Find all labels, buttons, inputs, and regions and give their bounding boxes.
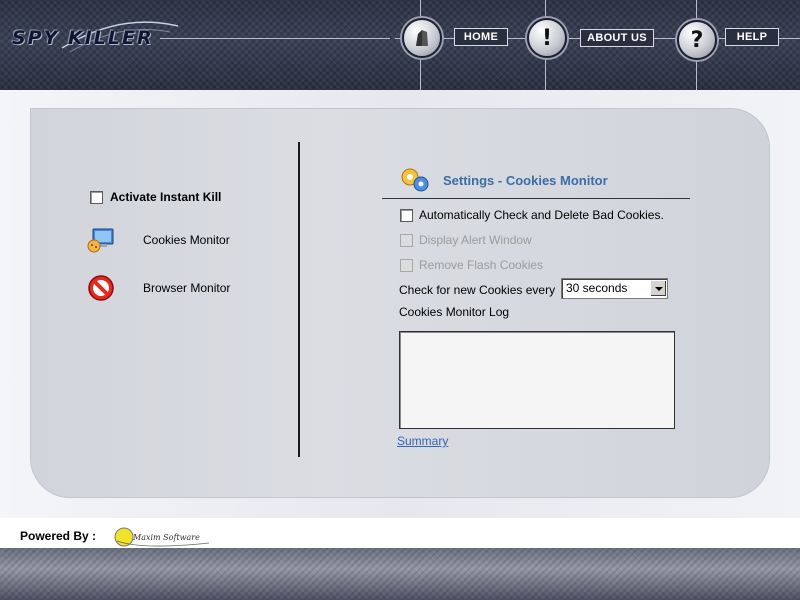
footer-band [0,548,800,600]
display-alert-label: Display Alert Window [419,233,532,247]
settings-gears-icon [400,166,430,194]
about-us-button[interactable]: ABOUT US [580,29,654,47]
chevron-down-icon[interactable] [650,280,666,296]
check-interval-value: 30 seconds [566,281,628,295]
auto-check-checkbox[interactable] [400,208,413,222]
sidebar-item-label: Cookies Monitor [143,233,230,247]
panel-divider [298,142,300,457]
remove-flash-checkbox [400,258,413,272]
auto-check-label: Automatically Check and Delete Bad Cooki… [419,208,664,222]
sidebar-item-browser-monitor[interactable]: Browser Monitor [86,274,230,302]
remove-flash-option: Remove Flash Cookies [400,258,543,272]
cookies-monitor-icon [86,226,116,254]
summary-link[interactable]: Summary [397,434,448,448]
home-button[interactable]: HOME [454,28,508,46]
remove-flash-label: Remove Flash Cookies [419,258,544,272]
display-alert-checkbox [400,233,413,247]
display-alert-option: Display Alert Window [400,233,532,247]
powered-by-label: Powered By : [20,529,97,543]
log-label: Cookies Monitor Log [399,305,510,319]
auto-check-option[interactable]: Automatically Check and Delete Bad Cooki… [400,208,664,222]
cookies-log-textarea[interactable] [399,331,675,429]
company-name: Maxim Software [133,533,200,542]
sidebar-item-label: Browser Monitor [143,281,231,295]
check-interval-label: Check for new Cookies every [399,283,556,297]
help-button[interactable]: HELP [725,28,779,46]
instant-kill-checkbox[interactable] [90,190,103,204]
title-divider [382,198,690,199]
header-bar: SPY KILLER HOME ! ABOUT US ? HELP [0,0,800,90]
info-icon[interactable]: ! [527,18,567,58]
instant-kill-option[interactable]: Activate Instant Kill [90,190,221,204]
help-icon[interactable]: ? [677,20,717,60]
sidebar-item-cookies-monitor[interactable]: Cookies Monitor [86,226,230,254]
instant-kill-label: Activate Instant Kill [110,190,222,204]
app-logo: SPY KILLER [12,27,154,49]
header-line [160,38,390,39]
browser-monitor-icon [86,274,116,302]
settings-title: Settings - Cookies Monitor [443,173,608,188]
home-icon[interactable] [402,18,442,58]
check-interval-select[interactable]: 30 seconds [561,278,668,299]
